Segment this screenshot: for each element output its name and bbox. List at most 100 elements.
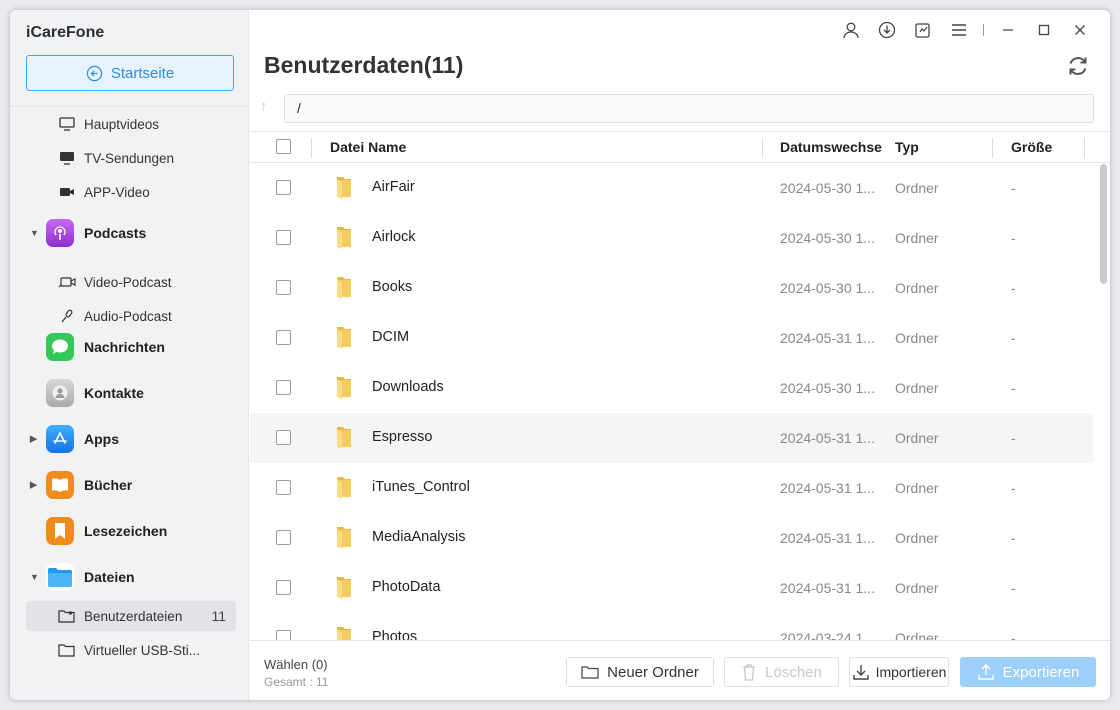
file-name: Photos [372,629,418,640]
refresh-icon[interactable] [1066,54,1090,78]
sidebar-item-podcasts[interactable]: ▼ Podcasts [10,215,249,251]
sidebar-item-benutzerdateien[interactable]: Benutzerdateien 11 [26,601,236,631]
table-row[interactable]: Espresso 2024-05-31 1... Ordner - [250,413,1093,463]
import-icon [852,665,869,680]
row-checkbox[interactable] [276,430,291,445]
download-icon[interactable] [869,20,905,40]
select-all-checkbox[interactable] [276,139,291,154]
row-checkbox[interactable] [276,330,291,345]
video-podcast-icon [58,273,76,291]
file-type: Ordner [895,380,939,396]
sidebar-item-virtueller-usb[interactable]: Virtueller USB-Sti... [10,635,249,665]
sidebar-item-label: Bücher [84,477,133,493]
column-header-name[interactable]: Datei Name [330,139,406,155]
file-name: Books [372,279,413,295]
row-checkbox[interactable] [276,280,291,295]
sidebar-item-hauptvideos[interactable]: Hauptvideos [10,109,249,139]
export-label: Exportieren [1002,663,1080,681]
table-row[interactable]: iTunes_Control 2024-05-31 1... Ordner - [250,463,1093,513]
sidebar-item-buecher[interactable]: ▶ Bücher [10,467,249,503]
sidebar-item-lesezeichen[interactable]: Lesezeichen [10,513,249,549]
export-button[interactable]: Exportieren [960,657,1096,687]
file-type: Ordner [895,430,939,446]
caret-down-icon[interactable]: ▼ [30,228,39,238]
sidebar-item-nachrichten[interactable]: Nachrichten [10,329,249,365]
sidebar-item-apps[interactable]: ▶ Apps [10,421,249,457]
sidebar-item-dateien[interactable]: ▼ Dateien [10,559,249,595]
sidebar-item-video-podcast[interactable]: Video-Podcast [10,267,249,297]
feedback-icon[interactable] [905,20,941,40]
sidebar-item-label: Benutzerdateien [84,608,183,624]
table-row[interactable]: MediaAnalysis 2024-05-31 1... Ordner - [250,513,1093,563]
file-name: MediaAnalysis [372,529,466,545]
row-checkbox[interactable] [276,380,291,395]
sidebar-item-kontakte[interactable]: Kontakte [10,375,249,411]
item-count-badge: 11 [211,608,226,624]
caret-right-icon[interactable]: ▶ [30,434,37,445]
table-header: Datei Name Datumswechse Typ Größe [250,131,1110,163]
table-row[interactable]: DCIM 2024-05-31 1... Ordner - [250,313,1093,363]
delete-button[interactable]: Löschen [724,657,839,687]
column-separator [311,138,312,158]
file-date: 2024-05-31 1... [780,430,875,446]
home-button[interactable]: Startseite [26,55,234,91]
file-type: Ordner [895,480,939,496]
sidebar-item-app-video[interactable]: APP-Video [10,177,249,207]
file-size: - [1011,330,1016,346]
close-icon[interactable] [1062,20,1098,40]
table-row[interactable]: PhotoData 2024-05-31 1... Ordner - [250,563,1093,613]
file-date: 2024-05-31 1... [780,580,875,596]
caret-down-icon[interactable]: ▼ [30,572,39,582]
sidebar-item-tv-sendungen[interactable]: TV-Sendungen [10,143,249,173]
bookmark-icon [46,517,74,545]
sidebar-item-label: TV-Sendungen [84,150,175,166]
file-name: PhotoData [372,579,441,595]
file-list: AirFair 2024-05-30 1... Ordner - Airlock 2024… [250,163,1093,640]
folder-outline-icon [581,666,599,679]
table-row[interactable]: Books 2024-05-30 1... Ordner - [250,263,1093,313]
row-checkbox[interactable] [276,530,291,545]
sidebar-item-label: Hauptvideos [84,116,160,132]
user-icon[interactable] [833,20,869,40]
row-checkbox[interactable] [276,230,291,245]
file-size: - [1011,280,1016,296]
file-type: Ordner [895,280,939,296]
microphone-icon [58,307,76,325]
user-folder-icon [58,607,76,625]
maximize-icon[interactable] [1026,20,1062,40]
sidebar-item-label: Nachrichten [84,339,165,355]
new-folder-button[interactable]: Neuer Ordner [566,657,714,687]
folder-icon [337,377,351,399]
file-type: Ordner [895,530,939,546]
minimize-icon[interactable] [990,20,1026,40]
file-type: Ordner [895,630,939,640]
row-checkbox[interactable] [276,480,291,495]
row-checkbox[interactable] [276,630,291,640]
column-separator [992,138,993,158]
path-field[interactable]: / [284,94,1094,123]
import-button[interactable]: Importieren [849,657,949,687]
column-header-size[interactable]: Größe [1011,139,1052,155]
contacts-icon [46,379,74,407]
column-header-date[interactable]: Datumswechse [780,139,882,155]
files-icon [46,563,74,591]
tv-icon [58,149,76,167]
row-checkbox[interactable] [276,180,291,195]
column-header-type[interactable]: Typ [895,139,919,155]
file-name: iTunes_Control [372,479,470,495]
scrollbar-thumb[interactable] [1100,164,1107,284]
table-row[interactable]: Downloads 2024-05-30 1... Ordner - [250,363,1093,413]
caret-right-icon[interactable]: ▶ [30,480,37,491]
up-directory-icon[interactable]: ↑ [260,98,276,115]
menu-icon[interactable] [941,20,977,40]
sidebar-item-label: Podcasts [84,225,147,241]
table-row[interactable]: Airlock 2024-05-30 1... Ordner - [250,213,1093,263]
file-size: - [1011,480,1016,496]
table-row[interactable]: Photos 2024-03-24 1... Ordner - [250,613,1093,640]
messages-icon [46,333,74,361]
sidebar-item-audio-podcast[interactable]: Audio-Podcast [10,301,249,331]
table-row[interactable]: AirFair 2024-05-30 1... Ordner - [250,163,1093,213]
row-checkbox[interactable] [276,580,291,595]
toolbar-separator [983,24,984,36]
page-title: Benutzerdaten(11) [264,52,464,78]
